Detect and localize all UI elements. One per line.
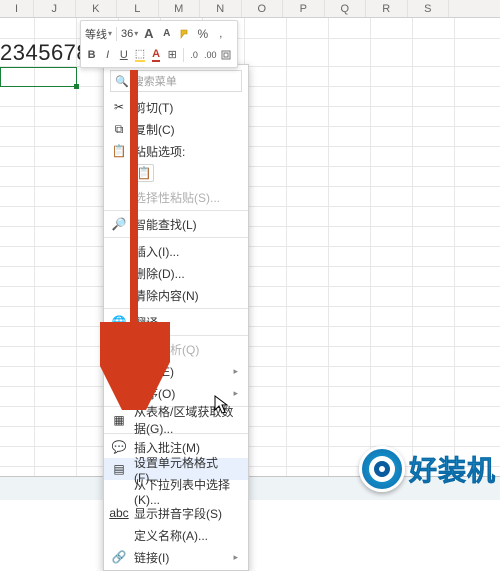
- percent-button[interactable]: %: [195, 26, 210, 41]
- decrease-font-button[interactable]: A: [159, 26, 174, 41]
- decimal-increase-button[interactable]: .0: [188, 47, 201, 62]
- column-headers: I J K L M N O P Q R S: [0, 0, 500, 18]
- table-icon: ▦: [112, 413, 126, 427]
- decimal-decrease-button[interactable]: .00: [204, 47, 217, 62]
- col-M[interactable]: M: [159, 0, 201, 17]
- menu-pick-from-list[interactable]: 从下拉列表中选择(K)...: [104, 480, 248, 502]
- col-J[interactable]: J: [34, 0, 76, 17]
- watermark: 好装机: [359, 446, 496, 492]
- submenu-arrow-icon: ▸: [233, 366, 238, 377]
- cell-value: 2345678: [0, 40, 89, 66]
- col-K[interactable]: K: [76, 0, 118, 17]
- format-cells-icon: ▤: [112, 462, 126, 476]
- submenu-arrow-icon: ▸: [233, 552, 238, 563]
- bold-button[interactable]: B: [85, 47, 98, 62]
- phonetic-icon: abc: [112, 506, 126, 520]
- comma-button[interactable]: ,: [213, 26, 228, 41]
- comment-icon: 💬: [112, 440, 126, 454]
- col-R[interactable]: R: [366, 0, 408, 17]
- watermark-text: 好装机: [409, 449, 496, 489]
- col-Q[interactable]: Q: [325, 0, 367, 17]
- col-O[interactable]: O: [242, 0, 284, 17]
- link-icon: 🔗: [112, 550, 126, 564]
- submenu-arrow-icon: ▸: [233, 388, 238, 399]
- col-N[interactable]: N: [200, 0, 242, 17]
- col-S[interactable]: S: [408, 0, 450, 17]
- col-L[interactable]: L: [117, 0, 159, 17]
- menu-link[interactable]: 🔗 链接(I)▸: [104, 546, 248, 568]
- col-P[interactable]: P: [283, 0, 325, 17]
- watermark-logo-icon: [359, 446, 405, 492]
- mouse-cursor: [214, 395, 230, 418]
- font-select[interactable]: 等线▾: [85, 26, 112, 42]
- col-I[interactable]: I: [0, 0, 34, 17]
- increase-font-button[interactable]: A: [141, 26, 156, 41]
- format-painter-icon[interactable]: [177, 26, 192, 41]
- cell-selection[interactable]: [0, 67, 77, 87]
- selection-handle[interactable]: [74, 84, 79, 89]
- size-select[interactable]: 36▾: [121, 28, 138, 40]
- menu-define-name[interactable]: 定义名称(A)...: [104, 524, 248, 546]
- more-formats-button[interactable]: [220, 47, 233, 62]
